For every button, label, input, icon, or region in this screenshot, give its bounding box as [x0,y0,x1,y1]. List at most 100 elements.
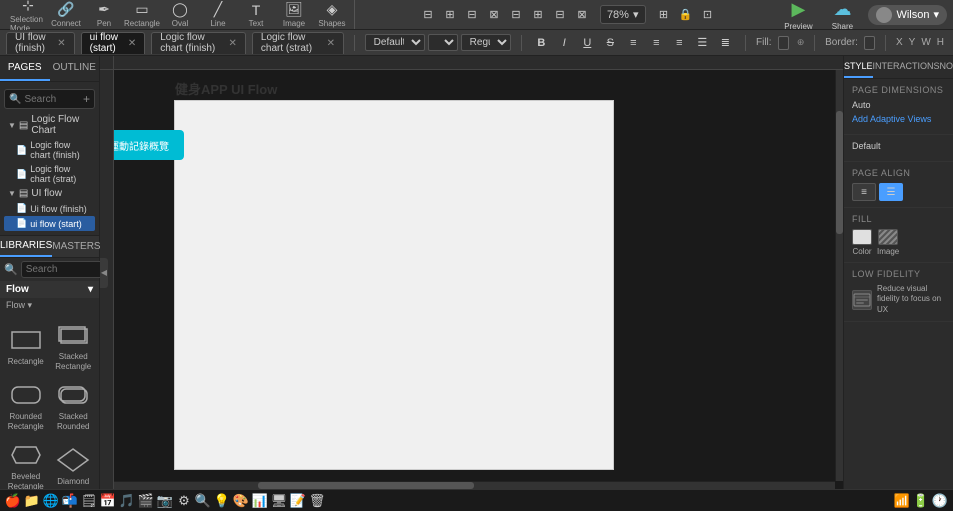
dock-app3[interactable]: 📊 [251,492,269,510]
image-tool[interactable]: 🖼 Image [276,2,312,28]
align-text-right-btn[interactable]: ≡ [669,34,689,52]
flow-shape-cyan[interactable]: 一次運動記錄概覽 [114,130,184,160]
font-select[interactable]: Default [365,34,425,51]
dock-photos[interactable]: 📷 [156,492,174,510]
dock-app5[interactable]: 📝 [289,492,307,510]
shape-beveled-rectangle[interactable]: Beveled Rectangle [2,435,50,489]
font-size-select[interactable]: 40 [428,34,458,51]
user-menu[interactable]: Wilson ▾ [868,5,947,25]
selection-tool[interactable]: ⊹ Selection Mode [10,2,46,28]
tab-outline[interactable]: OUTLINE [50,56,100,81]
tab-pages[interactable]: PAGES [0,56,50,81]
dock-notes[interactable]: 🗒 [80,492,98,510]
dock-app1[interactable]: 💡 [213,492,231,510]
align-text-left-btn[interactable]: ≡ [623,34,643,52]
tab-style[interactable]: STYLE [844,56,873,78]
align-center-page-btn[interactable]: ☰ [879,183,903,201]
shape-stacked-rounded[interactable]: Stacked Rounded [50,375,98,435]
strikethrough-btn[interactable]: S [600,34,620,52]
dock-trash[interactable]: 🗑 [308,492,326,510]
scrollbar-vertical[interactable] [835,70,843,481]
fill-color-option[interactable]: Color [852,229,872,256]
scrollbar-horizontal[interactable] [114,481,835,489]
pen-tool[interactable]: ✒ Pen [86,2,122,28]
dock-finder[interactable]: 🍎 [4,492,22,510]
tree-ui-finish[interactable]: 📄 Ui flow (finish) [4,201,95,216]
shape-diamond[interactable]: Diamond [50,435,98,489]
italic-btn[interactable]: I [554,34,574,52]
dock-calendar[interactable]: 📅 [99,492,117,510]
canvas-area[interactable]: -200 1400 1600 1800 2000 2200 2400 2600 … [100,56,843,489]
grid-btn[interactable]: ⊞ [654,6,674,24]
style-select[interactable]: Regular [461,34,511,51]
dock-app4[interactable]: 🖥 [270,492,288,510]
distribute-v-btn[interactable]: ⊠ [572,6,592,24]
preview-button[interactable]: ▶ Preview [780,0,816,31]
group-btn[interactable]: ⊡ [698,6,718,24]
tab-close-strat-icon[interactable]: ✕ [327,38,335,49]
fill-color-swatch[interactable] [852,229,872,245]
align-center-btn[interactable]: ⊞ [440,6,460,24]
collapse-left-handle[interactable]: ◀ [100,258,108,288]
lock-btn[interactable]: 🔒 [676,6,696,24]
align-top-btn[interactable]: ⊟ [506,6,526,24]
add-adaptive-btn[interactable]: Add Adaptive Views [852,114,931,124]
dock-wifi[interactable]: 📶 [893,492,911,510]
line-tool[interactable]: ╱ Line [200,2,236,28]
tab-logic-flow-finish[interactable]: Logic flow chart (finish) ✕ [151,32,246,54]
tree-group-ui[interactable]: ▼ ▤ UI flow [4,186,95,201]
dock-folder[interactable]: 📁 [23,492,41,510]
bold-btn[interactable]: B [531,34,551,52]
shape-rounded-rectangle[interactable]: Rounded Rectangle [2,375,50,435]
align-left-btn[interactable]: ⊟ [418,6,438,24]
tab-masters[interactable]: MASTERS [52,236,100,257]
tree-ui-start[interactable]: 📄 ui flow (start) [4,216,95,231]
tab-notes[interactable]: NOTES [940,56,953,78]
tab-interactions[interactable]: INTERACTIONS [873,56,940,78]
shape-stacked-rectangle[interactable]: Stacked Rectangle [50,315,98,375]
tab-ui-flow-start[interactable]: ui flow (start) ✕ [81,32,146,54]
page-frame[interactable]: 健身APP UI Flow [174,100,614,470]
dock-browser[interactable]: 🌐 [42,492,60,510]
dock-music[interactable]: 🎵 [118,492,136,510]
align-right-btn[interactable]: ⊟ [462,6,482,24]
oval-tool[interactable]: ◯ Oval [162,2,198,28]
share-button[interactable]: ☁ Share [824,0,860,31]
text-tool[interactable]: T Text [238,2,274,28]
dock-battery[interactable]: 🔋 [912,492,930,510]
align-text-center-btn[interactable]: ≡ [646,34,666,52]
align-bottom-btn[interactable]: ⊟ [550,6,570,24]
fill-image-swatch[interactable] [878,229,898,245]
canvas-content[interactable]: 健身APP UI Flow 一次運動記錄概覽 [114,70,843,489]
tab-close-icon[interactable]: ✕ [57,38,65,49]
tree-logic-strat[interactable]: 📄 Logic flow chart (strat) [4,162,95,186]
shapes-tool[interactable]: ◈ Shapes [314,2,350,28]
tree-logic-finish[interactable]: 📄 Logic flow chart (finish) [4,138,95,162]
add-page-icon[interactable]: + [83,92,90,106]
dock-video[interactable]: 🎬 [137,492,155,510]
align-left-page-btn[interactable]: ≡ [852,183,876,201]
shape-rectangle[interactable]: Rectangle [2,315,50,375]
tree-group-logic[interactable]: ▼ ▤ Logic Flow Chart [4,112,95,138]
dock-app2[interactable]: 🎨 [232,492,250,510]
distribute-h-btn[interactable]: ⊠ [484,6,504,24]
align-middle-btn[interactable]: ⊞ [528,6,548,24]
tab-libraries[interactable]: LIBRARIES [0,236,52,257]
tab-close-active-icon[interactable]: ✕ [128,38,136,49]
scrollbar-v-thumb[interactable] [836,111,843,234]
border-color-swatch[interactable] [864,36,875,50]
ordered-list-btn[interactable]: ≣ [715,34,735,52]
fill-image-option[interactable]: Image [877,229,899,256]
tab-ui-flow-finish[interactable]: UI flow (finish) ✕ [6,32,75,54]
underline-btn[interactable]: U [577,34,597,52]
lib-flow-dropdown[interactable]: Flow ▾ [0,281,99,298]
connect-tool[interactable]: 🔗 Connect [48,2,84,28]
fill-color-swatch[interactable] [778,36,789,50]
tab-logic-flow-strat[interactable]: Logic flow chart (strat) ✕ [252,32,344,54]
pages-search-input[interactable] [24,94,74,105]
tab-close-logic-icon[interactable]: ✕ [229,38,237,49]
zoom-control[interactable]: 78% ▾ [600,5,646,24]
rectangle-tool[interactable]: ▭ Rectangle [124,2,160,28]
dock-settings[interactable]: ⚙ [175,492,193,510]
bullet-btn[interactable]: ☰ [692,34,712,52]
